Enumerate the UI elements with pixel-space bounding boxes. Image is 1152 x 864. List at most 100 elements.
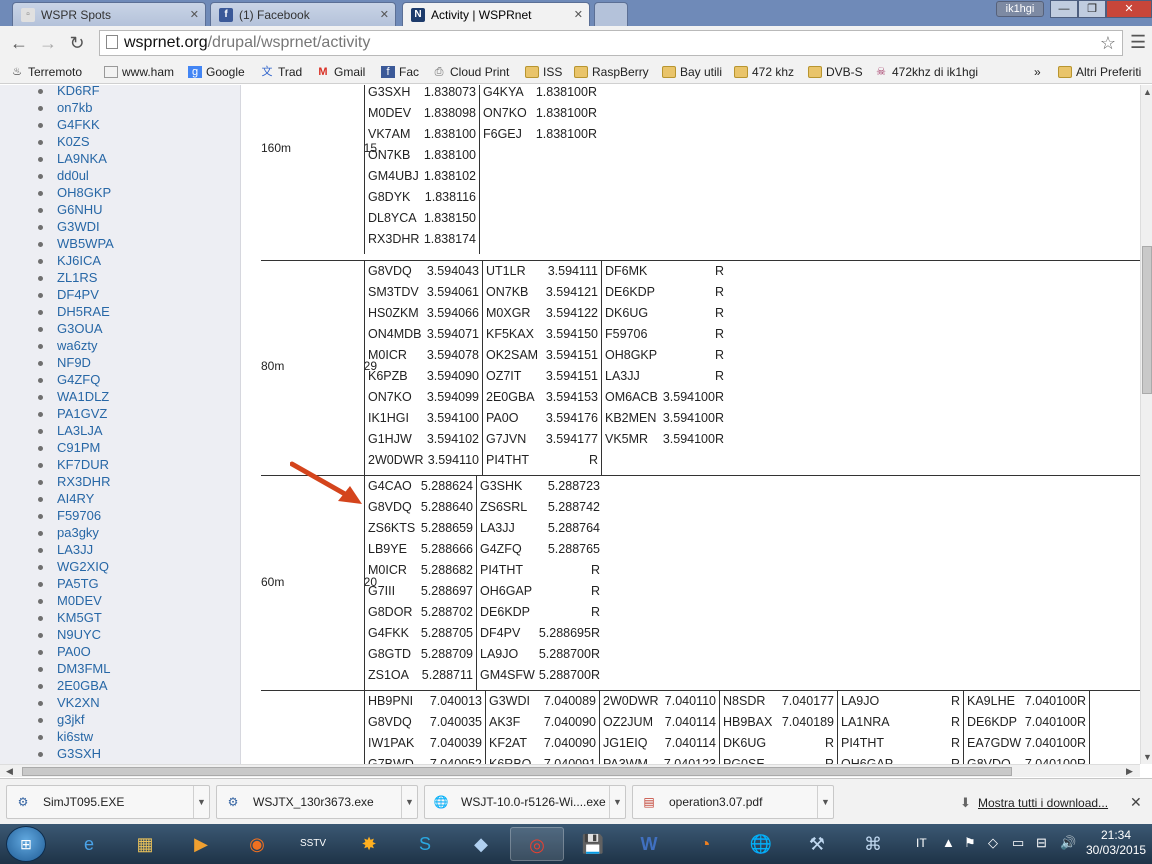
sidebar-callsign-link[interactable]: G4ZFQ bbox=[38, 371, 114, 388]
forward-icon[interactable]: → bbox=[37, 32, 59, 54]
sidebar-callsign-link[interactable]: G4FKK bbox=[38, 116, 114, 133]
bookmark-bay-utili[interactable]: Bay utili bbox=[662, 63, 722, 81]
sidebar-callsign-link[interactable]: 2E0GBA bbox=[38, 677, 114, 694]
tab-activity-wsprnet[interactable]: N Activity | WSPRnet ✕ bbox=[402, 2, 590, 26]
address-bar[interactable]: wsprnet.org/drupal/wsprnet/activity ☆ bbox=[99, 30, 1123, 56]
dropbox-icon[interactable]: ◇ bbox=[988, 835, 998, 851]
bookmark-star-icon[interactable]: ☆ bbox=[1100, 31, 1116, 55]
maximize-icon[interactable]: ❐ bbox=[1078, 0, 1106, 18]
sidebar-callsign-link[interactable]: G3OUA bbox=[38, 320, 114, 337]
vertical-scrollbar[interactable]: ▲ ▼ bbox=[1140, 85, 1152, 764]
notes-icon[interactable]: ◆ bbox=[454, 827, 508, 861]
sidebar-callsign-link[interactable]: RX3DHR bbox=[38, 473, 114, 490]
window-close-icon[interactable]: ✕ bbox=[1106, 0, 1152, 18]
sidebar-callsign-link[interactable]: K0ZS bbox=[38, 133, 114, 150]
back-icon[interactable]: ← bbox=[8, 32, 30, 54]
network-tray-icon[interactable]: ⊟ bbox=[1036, 835, 1047, 851]
sidebar-callsign-link[interactable]: VK2XN bbox=[38, 694, 114, 711]
bookmark-fac[interactable]: f Fac bbox=[381, 63, 419, 81]
sidebar-callsign-link[interactable]: DF4PV bbox=[38, 286, 114, 303]
monitor-icon[interactable]: ▭ bbox=[1012, 835, 1024, 851]
show-all-downloads-link[interactable]: Mostra tutti i download... bbox=[978, 796, 1108, 810]
minimize-icon[interactable]: — bbox=[1050, 0, 1078, 18]
scroll-left-icon[interactable]: ◀ bbox=[6, 766, 13, 777]
orbitron-icon[interactable]: ◔ bbox=[678, 827, 732, 861]
sidebar-callsign-link[interactable]: ZL1RS bbox=[38, 269, 114, 286]
save-icon[interactable]: 💾 bbox=[566, 827, 620, 861]
start-button[interactable]: ⊞ bbox=[6, 826, 46, 862]
chevron-down-icon[interactable]: ▼ bbox=[817, 786, 833, 818]
scroll-down-icon[interactable]: ▼ bbox=[1143, 752, 1152, 762]
sidebar-callsign-link[interactable]: KM5GT bbox=[38, 609, 114, 626]
sidebar-callsign-link[interactable]: DH5RAE bbox=[38, 303, 114, 320]
skype-icon[interactable]: S bbox=[398, 827, 452, 861]
tab-facebook[interactable]: f (1) Facebook ✕ bbox=[210, 2, 396, 26]
sidebar-callsign-link[interactable]: M0DEV bbox=[38, 592, 114, 609]
download-item[interactable]: ⚙ SimJT095.EXE ▼ bbox=[6, 785, 210, 819]
volume-icon[interactable]: 🔊 bbox=[1060, 835, 1076, 851]
file-explorer-icon[interactable]: ▦ bbox=[118, 827, 172, 861]
sidebar-callsign-link[interactable]: LA3JJ bbox=[38, 541, 114, 558]
sidebar-callsign-link[interactable]: pa3gky bbox=[38, 524, 114, 541]
sidebar-callsign-link[interactable]: PA1GVZ bbox=[38, 405, 114, 422]
bookmark-google[interactable]: g Google bbox=[188, 63, 245, 81]
sidebar-callsign-link[interactable]: G6NHU bbox=[38, 201, 114, 218]
close-icon[interactable]: ✕ bbox=[380, 8, 389, 21]
sidebar-callsign-link[interactable]: N9UYC bbox=[38, 626, 114, 643]
sidebar-callsign-link[interactable]: on7kb bbox=[38, 99, 114, 116]
sidebar-callsign-link[interactable]: G3SXH bbox=[38, 745, 114, 762]
bookmark-dvb-s[interactable]: DVB-S bbox=[808, 63, 863, 81]
close-icon[interactable]: ✕ bbox=[574, 8, 583, 21]
chevron-down-icon[interactable]: ▼ bbox=[401, 786, 417, 818]
sidebar-callsign-link[interactable]: g3jkf bbox=[38, 711, 114, 728]
bookmark-terremoto[interactable]: ♨ Terremoto bbox=[10, 63, 82, 81]
bookmark-trad[interactable]: 文 Trad bbox=[260, 63, 303, 81]
chevron-down-icon[interactable]: ▼ bbox=[193, 786, 209, 818]
bookmark-gmail[interactable]: M Gmail bbox=[316, 63, 365, 81]
sidebar-callsign-link[interactable]: wa6zty bbox=[38, 337, 114, 354]
vertical-scroll-thumb[interactable] bbox=[1142, 246, 1152, 394]
horizontal-scroll-thumb[interactable] bbox=[22, 767, 1012, 776]
sidebar-callsign-link[interactable]: F59706 bbox=[38, 507, 114, 524]
bookmark-www-ham[interactable]: www.ham bbox=[104, 63, 174, 81]
sidebar-callsign-link[interactable]: C91PM bbox=[38, 439, 114, 456]
bookmark-iss[interactable]: ISS bbox=[525, 63, 562, 81]
media-player-icon[interactable]: ▶ bbox=[174, 827, 228, 861]
bookmark-cloud-print[interactable]: ⎙ Cloud Print bbox=[432, 63, 510, 81]
sidebar-callsign-link[interactable]: WB5WPA bbox=[38, 235, 114, 252]
chrome-icon[interactable]: ◎ bbox=[510, 827, 564, 861]
sidebar-callsign-link[interactable]: PA5TG bbox=[38, 575, 114, 592]
bookmark-472-khz[interactable]: 472 khz bbox=[734, 63, 794, 81]
flag-icon[interactable]: ⚑ bbox=[964, 835, 976, 851]
download-item[interactable]: 🌐 WSJT-10.0-r5126-Wi....exe ▼ bbox=[424, 785, 626, 819]
bookmarks-overflow-button[interactable]: » bbox=[1034, 63, 1041, 81]
new-tab-button[interactable] bbox=[594, 2, 628, 26]
sidebar-callsign-link[interactable]: NF9D bbox=[38, 354, 114, 371]
sidebar-callsign-link[interactable]: WA1DLZ bbox=[38, 388, 114, 405]
tray-expand-icon[interactable]: ▲ bbox=[942, 835, 955, 850]
sidebar-callsign-link[interactable]: KF7DUR bbox=[38, 456, 114, 473]
word-icon[interactable]: W bbox=[622, 827, 676, 861]
user-profile-badge[interactable]: ik1hgi bbox=[996, 1, 1044, 17]
download-item[interactable]: ▤ operation3.07.pdf ▼ bbox=[632, 785, 834, 819]
firefox-icon[interactable]: ◉ bbox=[230, 827, 284, 861]
sidebar-callsign-link[interactable]: KJ6ICA bbox=[38, 252, 114, 269]
system-clock[interactable]: 21:34 30/03/2015 bbox=[1086, 828, 1146, 858]
bookmark-raspberry[interactable]: RaspBerry bbox=[574, 63, 649, 81]
chevron-down-icon[interactable]: ▼ bbox=[609, 786, 625, 818]
menu-icon[interactable]: ☰ bbox=[1130, 33, 1146, 51]
scroll-right-icon[interactable]: ▶ bbox=[1126, 766, 1133, 777]
globe-icon[interactable]: 🌐 bbox=[734, 827, 788, 861]
tool-icon[interactable]: ⚒ bbox=[790, 827, 844, 861]
horizontal-scrollbar[interactable]: ◀ ▶ bbox=[0, 764, 1140, 777]
sidebar-callsign-link[interactable]: AI4RY bbox=[38, 490, 114, 507]
sidebar-callsign-link[interactable]: ki6stw bbox=[38, 728, 114, 745]
bookmark-altri-preferiti[interactable]: Altri Preferiti bbox=[1058, 63, 1141, 81]
sidebar-callsign-link[interactable]: LA9NKA bbox=[38, 150, 114, 167]
sidebar-callsign-link[interactable]: dd0ul bbox=[38, 167, 114, 184]
reload-icon[interactable]: ↻ bbox=[66, 32, 88, 54]
sidebar-callsign-link[interactable]: KD6RF bbox=[38, 85, 114, 99]
tab-wspr-spots[interactable]: ▫ WSPR Spots ✕ bbox=[12, 2, 206, 26]
close-icon[interactable]: ✕ bbox=[190, 8, 199, 21]
scroll-up-icon[interactable]: ▲ bbox=[1143, 87, 1152, 97]
